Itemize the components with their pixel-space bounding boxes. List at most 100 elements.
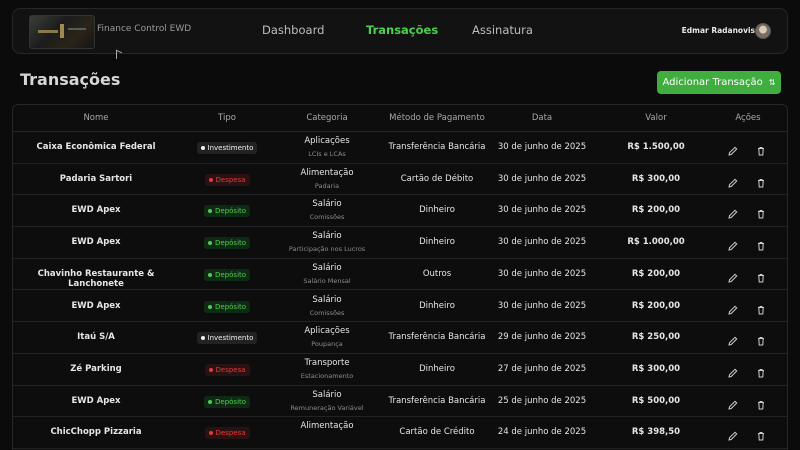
pencil-icon[interactable]	[727, 332, 739, 346]
row-subcategory: Salário Mensal	[303, 276, 351, 285]
row-value: R$ 300,00	[631, 173, 681, 184]
pencil-icon[interactable]	[727, 269, 739, 283]
row-payment-method: Dinheiro	[419, 300, 455, 311]
pencil-icon[interactable]	[727, 427, 739, 441]
trash-icon[interactable]	[755, 142, 767, 156]
mouse-cursor-icon	[116, 49, 122, 62]
type-label: Despesa	[215, 175, 246, 184]
row-payment-method: Cartão de Débito	[400, 173, 474, 184]
trash-icon[interactable]	[755, 427, 767, 441]
nav-transacoes[interactable]: Transações	[366, 23, 438, 37]
row-category: Aplicações	[304, 326, 350, 337]
row-name: Padaria Sartori	[59, 173, 133, 184]
add-transaction-button[interactable]: Adicionar Transação ⇅	[657, 71, 781, 94]
row-category: Aplicações	[304, 136, 350, 146]
col-categoria: Categoria	[306, 113, 348, 123]
type-label: Despesa	[215, 365, 246, 374]
row-value: R$ 200,00	[631, 268, 681, 279]
table-row[interactable]: Padaria Sartori Despesa Alimentação Padaria…	[13, 164, 787, 196]
row-name: Zé Parking	[70, 363, 122, 374]
trash-icon[interactable]	[755, 269, 767, 283]
row-name: EWD Apex	[71, 395, 121, 406]
table-row[interactable]: Chavinho Restaurante & Lanchonete Depósit…	[13, 259, 787, 291]
table-row[interactable]: EWD Apex Depósito Salário Participação nos …	[13, 227, 787, 259]
table-row[interactable]: Zé Parking Despesa Transporte Estacionament…	[13, 354, 787, 386]
row-name: EWD Apex	[71, 205, 121, 216]
row-payment-method: Cartão de Crédito	[399, 427, 475, 438]
row-name: Chavinho Restaurante & Lanchonete	[37, 268, 155, 289]
pencil-icon[interactable]	[727, 142, 739, 156]
type-badge: Despesa	[204, 173, 250, 186]
pencil-icon[interactable]	[727, 364, 739, 378]
row-name: Itaú S/A	[77, 332, 115, 343]
row-date: 30 de junho de 2025	[497, 173, 587, 184]
status-dot-icon	[208, 399, 212, 404]
user-avatar[interactable]	[755, 23, 771, 39]
trash-icon[interactable]	[755, 237, 767, 251]
type-badge: Depósito	[204, 268, 251, 281]
page-title: Transações	[20, 70, 121, 89]
type-badge: Depósito	[204, 300, 251, 313]
table-row[interactable]: EWD Apex Depósito Salário Comissões Dinheiro…	[13, 195, 787, 228]
row-name: EWD Apex	[71, 237, 121, 248]
row-subcategory: Participação nos Lucros	[288, 245, 366, 254]
type-label: Depósito	[215, 270, 247, 279]
table-row[interactable]: EWD Apex Depósito Salário Comissões Dinheiro…	[13, 291, 787, 323]
type-label: Depósito	[215, 207, 247, 216]
row-category: Alimentação	[300, 421, 354, 432]
row-name: Caixa Econômica Federal	[36, 142, 156, 152]
table-row[interactable]: EWD Apex Depósito Salário Remuneração Variá…	[13, 386, 787, 418]
brand-logo[interactable]	[29, 15, 95, 49]
row-subcategory: Estacionamento	[300, 371, 354, 380]
status-dot-icon	[208, 304, 212, 309]
table-row[interactable]: ChicChopp Pizzaria Despesa Alimentação Cart…	[13, 417, 787, 449]
table-row[interactable]: Itaú S/A Investimento Aplicações Poupança Tr…	[13, 322, 787, 354]
pencil-icon[interactable]	[727, 174, 739, 188]
type-label: Investimento	[207, 144, 254, 152]
type-badge: Despesa	[204, 363, 250, 376]
trash-icon[interactable]	[755, 364, 767, 378]
row-category: Salário	[312, 294, 342, 305]
row-name: ChicChopp Pizzaria	[50, 427, 142, 438]
table-row[interactable]: Caixa Econômica Federal Investimento Aplic…	[13, 132, 787, 164]
pencil-icon[interactable]	[727, 396, 739, 410]
row-date: 30 de junho de 2025	[497, 268, 587, 279]
app-page: Finance Control EWD Dashboard Transações…	[0, 0, 800, 450]
row-subcategory: Comissões	[309, 213, 345, 222]
trash-icon[interactable]	[755, 396, 767, 410]
nav-dashboard[interactable]: Dashboard	[262, 23, 324, 37]
table-header: Nome Tipo Categoria Método de Pagamento …	[13, 105, 787, 132]
trash-icon[interactable]	[755, 332, 767, 346]
pencil-icon[interactable]	[727, 205, 739, 220]
status-dot-icon	[208, 241, 212, 246]
row-date: 24 de junho de 2025	[497, 427, 587, 438]
col-valor: Valor	[645, 113, 667, 123]
user-name[interactable]: Edmar Radanovis	[682, 26, 755, 35]
row-name: EWD Apex	[71, 300, 121, 311]
status-dot-icon	[208, 367, 213, 372]
pencil-icon[interactable]	[727, 301, 739, 315]
row-date: 25 de junho de 2025	[497, 395, 587, 406]
nav-assinatura[interactable]: Assinatura	[472, 23, 533, 37]
row-payment-method: Dinheiro	[419, 205, 455, 216]
row-payment-method: Transferência Bancária	[388, 142, 486, 152]
trash-icon[interactable]	[755, 301, 767, 314]
row-payment-method: Dinheiro	[419, 363, 455, 374]
row-payment-method: Dinheiro	[419, 237, 455, 248]
row-date: 30 de junho de 2025	[497, 205, 587, 216]
row-subcategory: Poupança	[311, 340, 343, 349]
pencil-icon[interactable]	[727, 237, 739, 251]
type-label: Depósito	[215, 239, 247, 248]
trash-icon[interactable]	[755, 205, 767, 219]
brand-name: Finance Control EWD	[97, 24, 192, 34]
trash-icon[interactable]	[755, 174, 767, 188]
row-subcategory: Comissões	[309, 308, 345, 317]
col-nome: Nome	[83, 113, 109, 123]
status-dot-icon	[200, 146, 205, 150]
row-value: R$ 1.500,00	[627, 142, 685, 152]
type-badge: Depósito	[204, 237, 251, 250]
row-value: R$ 200,00	[631, 300, 681, 311]
type-badge: Investimento	[196, 332, 258, 345]
row-payment-method: Outros	[422, 268, 452, 279]
status-dot-icon	[208, 272, 212, 277]
